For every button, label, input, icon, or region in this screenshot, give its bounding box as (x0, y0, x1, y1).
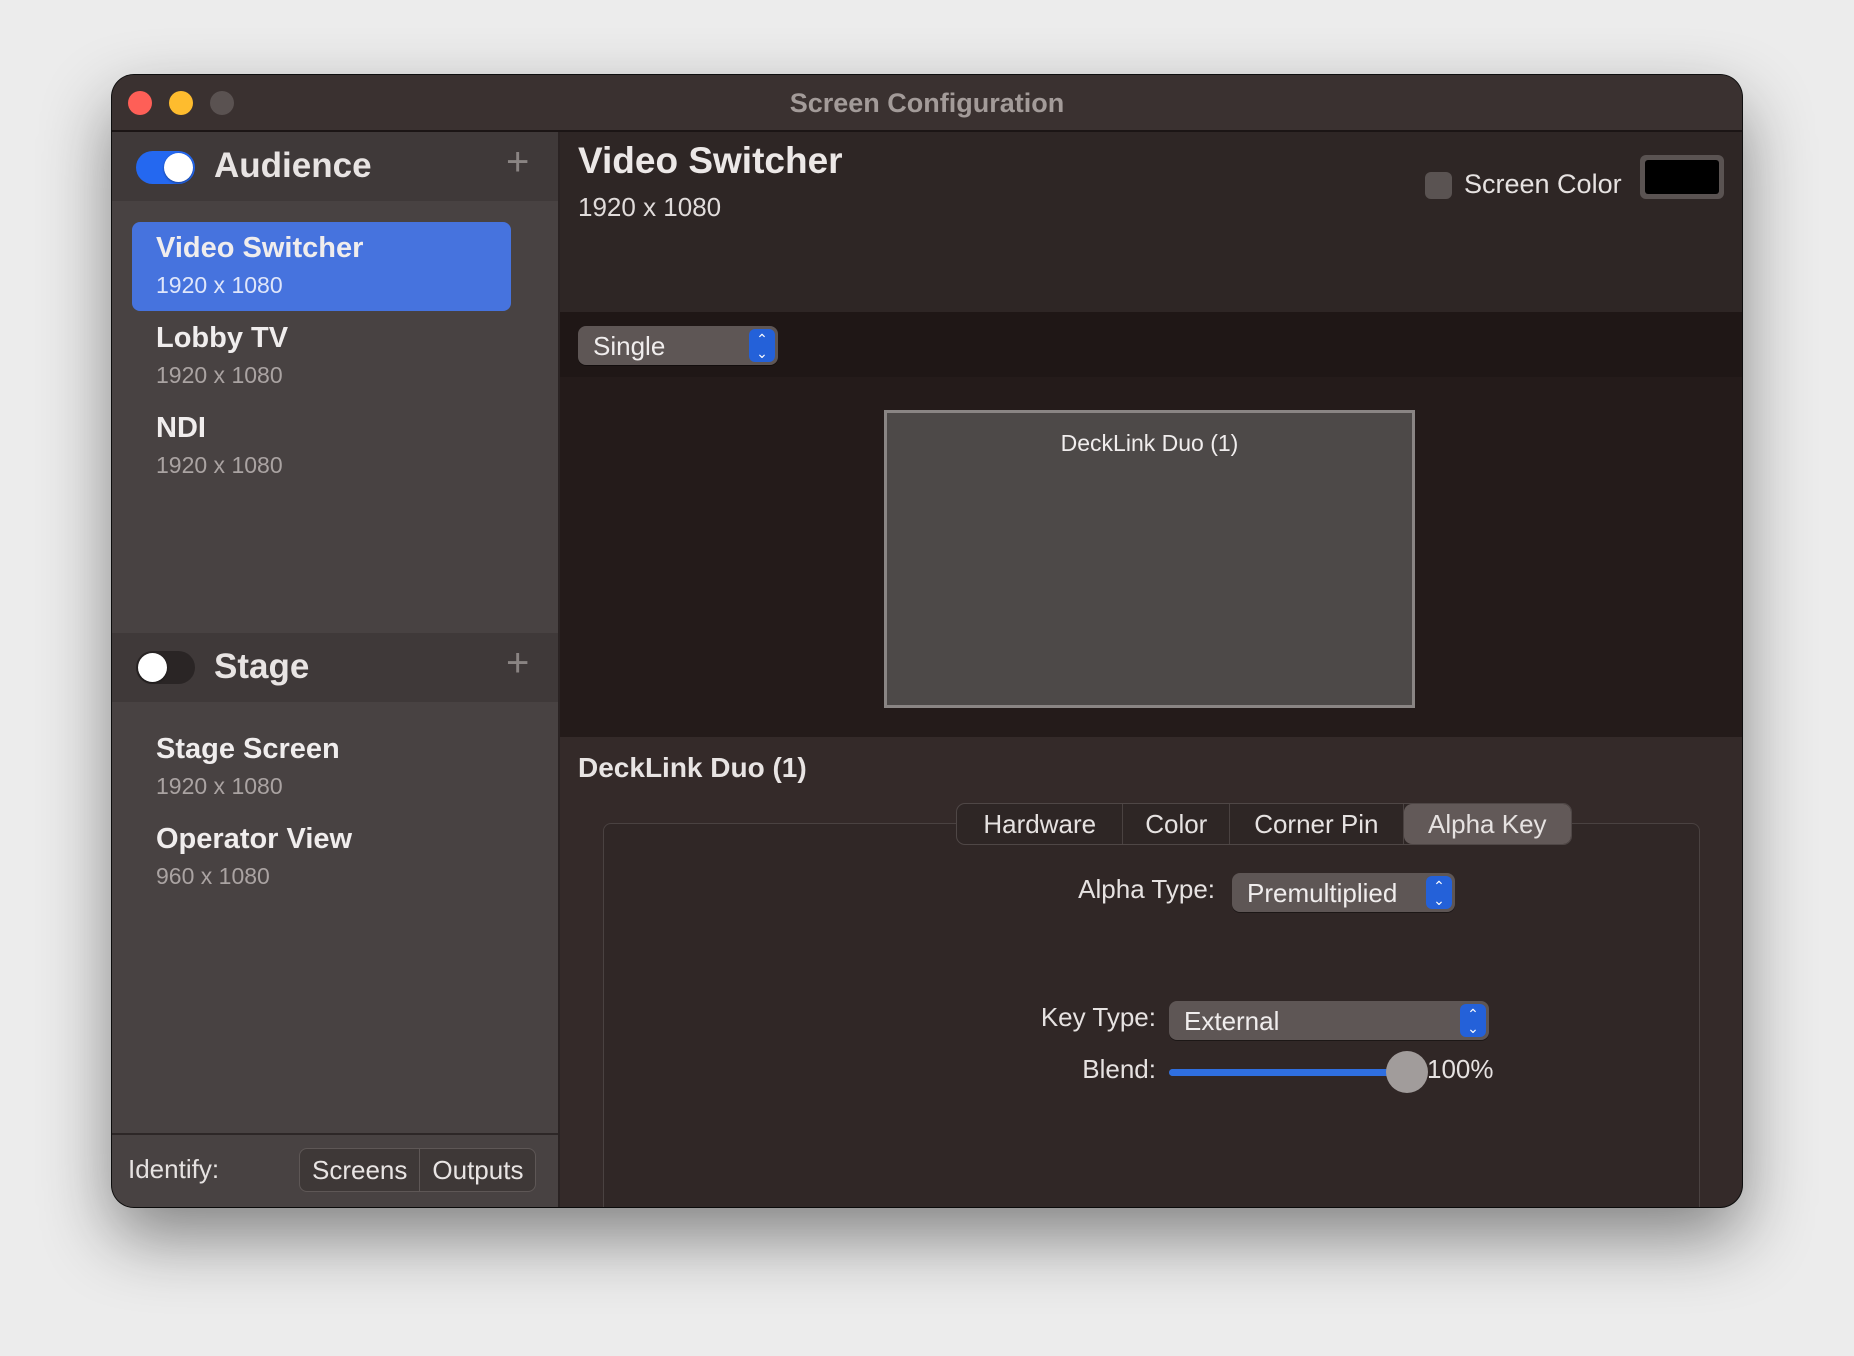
alpha-type-value: Premultiplied (1247, 878, 1398, 908)
blend-label: Blend: (1082, 1054, 1156, 1084)
screen-item-lobby-tv[interactable]: Lobby TV 1920 x 1080 (132, 312, 511, 401)
window-title: Screen Configuration (789, 88, 1065, 118)
blend-slider-knob[interactable] (1386, 1051, 1428, 1093)
chevron-up-down-icon: ⌃ ⌄ (1460, 1004, 1486, 1037)
output-title: DeckLink Duo (1) (578, 752, 807, 783)
screen-item-stage-screen[interactable]: Stage Screen 1920 x 1080 (132, 723, 511, 812)
chevron-up-down-icon: ⌃ ⌄ (749, 329, 775, 362)
item-title: NDI (156, 412, 206, 444)
screen-color-label: Screen Color (1464, 169, 1622, 199)
layout-select[interactable]: Single ⌃ ⌄ (578, 326, 778, 365)
key-type-value: External (1184, 1006, 1280, 1036)
group-header-audience: Audience + (112, 132, 558, 201)
audience-toggle[interactable] (136, 151, 195, 184)
screen-color-checkbox[interactable] (1425, 172, 1452, 199)
identify-screens-button[interactable]: Screens (300, 1149, 421, 1191)
screen-title: Video Switcher (578, 140, 843, 181)
screen-header: Video Switcher 1920 x 1080 Screen Color (560, 132, 1742, 312)
group-title: Stage (214, 647, 310, 686)
item-resolution: 1920 x 1080 (156, 272, 283, 298)
item-resolution: 960 x 1080 (156, 863, 270, 889)
screen-color-well[interactable] (1640, 155, 1724, 199)
identify-outputs-button[interactable]: Outputs (420, 1149, 535, 1191)
main-panel: Video Switcher 1920 x 1080 Screen Color … (560, 132, 1742, 1207)
screen-item-ndi[interactable]: NDI 1920 x 1080 (132, 402, 511, 491)
alpha-type-label: Alpha Type: (1078, 874, 1215, 904)
item-title: Lobby TV (156, 322, 289, 354)
plus-icon[interactable]: + (506, 140, 529, 185)
screen-item-operator-view[interactable]: Operator View 960 x 1080 (132, 813, 511, 902)
preview-area: DeckLink Duo (1) (560, 377, 1742, 737)
output-preview-label: DeckLink Duo (1) (1060, 430, 1239, 456)
output-preview[interactable]: DeckLink Duo (1) (884, 410, 1415, 708)
screen-item-video-switcher[interactable]: Video Switcher 1920 x 1080 (132, 222, 511, 311)
screen-configuration-window: Screen Configuration Audience + Video Sw… (112, 75, 1742, 1207)
tab-color[interactable]: Color (1123, 804, 1231, 844)
plus-icon[interactable]: + (506, 641, 529, 686)
layout-select-value: Single (593, 331, 666, 361)
footer-divider (112, 1133, 558, 1135)
item-resolution: 1920 x 1080 (156, 773, 283, 799)
blend-slider-fill (1169, 1069, 1408, 1076)
item-title: Video Switcher (156, 232, 364, 264)
layout-toolbar: Single ⌃ ⌄ (560, 312, 1742, 377)
alpha-type-select[interactable]: Premultiplied ⌃ ⌄ (1232, 873, 1455, 912)
stage-toggle[interactable] (136, 651, 195, 684)
item-resolution: 1920 x 1080 (156, 362, 283, 388)
screen-resolution: 1920 x 1080 (578, 192, 722, 222)
item-title: Stage Screen (156, 733, 340, 765)
tab-alpha-key[interactable]: Alpha Key (1403, 804, 1571, 844)
identify-label: Identify: (128, 1154, 220, 1184)
sidebar: Audience + Video Switcher 1920 x 1080 Lo… (112, 132, 560, 1207)
key-type-select[interactable]: External ⌃ ⌄ (1169, 1001, 1489, 1040)
key-type-label: Key Type: (1040, 1002, 1156, 1032)
chevron-up-down-icon: ⌃ ⌄ (1426, 876, 1452, 909)
blend-value: 100% (1427, 1054, 1494, 1084)
tab-corner-pin[interactable]: Corner Pin (1230, 804, 1404, 844)
item-resolution: 1920 x 1080 (156, 452, 283, 478)
group-title: Audience (214, 146, 372, 185)
tab-hardware[interactable]: Hardware (957, 804, 1124, 844)
group-header-stage: Stage + (112, 633, 558, 702)
identify-segmented-control: Screens Outputs (299, 1148, 537, 1192)
blend-slider[interactable] (1169, 1051, 1428, 1093)
item-title: Operator View (156, 823, 353, 855)
output-tabs: Hardware Color Corner Pin Alpha Key (956, 803, 1572, 845)
title-bar: Screen Configuration (112, 75, 1742, 132)
